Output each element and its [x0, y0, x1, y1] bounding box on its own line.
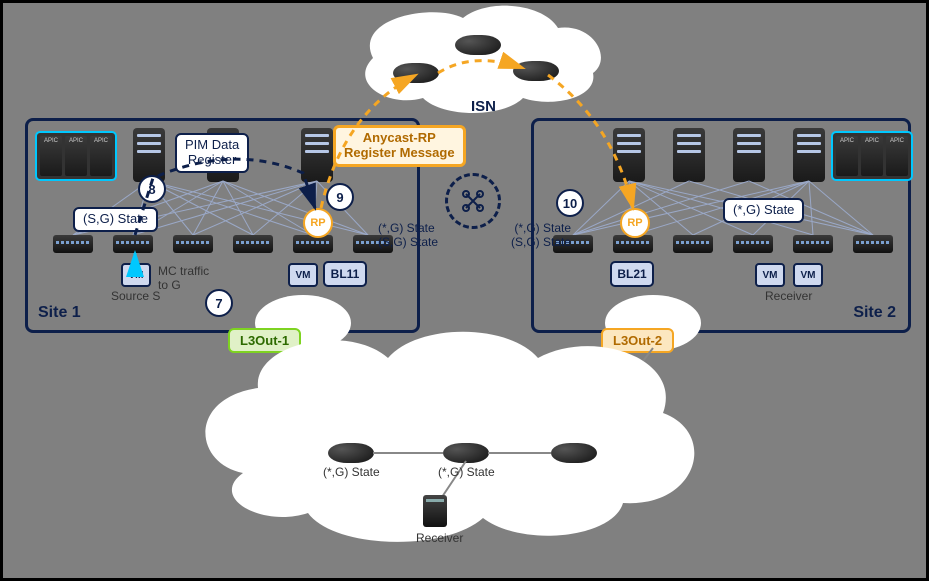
site1-leaf-1 — [53, 235, 93, 253]
site2-leaf-4 — [733, 235, 773, 253]
site2-vm-2: VM — [793, 263, 823, 287]
central-fabric-icon — [445, 173, 501, 229]
site2-bl: BL21 — [610, 261, 654, 287]
step-8: 8 — [138, 175, 166, 203]
ext-router-right — [551, 443, 597, 463]
site1-apic-cluster — [35, 131, 117, 181]
site1-spine-1 — [133, 128, 165, 182]
l3out-2-badge: L3Out-2 — [601, 328, 674, 353]
site1-vm-2: VM — [288, 263, 318, 287]
site2-vm-1: VM — [755, 263, 785, 287]
source-label: Source S — [111, 289, 160, 303]
site1-bl: BL11 — [323, 261, 367, 287]
site1-spine-3 — [301, 128, 333, 182]
ext-left-state: (*,G) State — [323, 465, 380, 479]
step-9: 9 — [326, 183, 354, 211]
site1-leaf-3 — [173, 235, 213, 253]
ext-receiver-host — [423, 495, 447, 527]
site2-leaf-6 — [853, 235, 893, 253]
ext-router-mid — [443, 443, 489, 463]
l3out-1-badge: L3Out-1 — [228, 328, 301, 353]
site2-apic-cluster — [831, 131, 913, 181]
ext-mid-state: (*,G) State — [438, 465, 495, 479]
isn-label: ISN — [471, 98, 496, 116]
site2-leaf-3 — [673, 235, 713, 253]
site2-star-sg: (*,G) State (S,G) State — [511, 221, 571, 250]
isn-router-top — [455, 35, 501, 55]
step-7: 7 — [205, 289, 233, 317]
site2-spine-4 — [793, 128, 825, 182]
mc-traffic: MC traffic to G — [158, 264, 209, 293]
site2-spine-1 — [613, 128, 645, 182]
site1-sg-state: (S,G) State — [73, 207, 158, 232]
site2-receiver: Receiver — [765, 289, 812, 303]
anycast-rp-label: Anycast-RP Register Message — [333, 125, 466, 167]
site1-leaf-4 — [233, 235, 273, 253]
pim-register-label: PIM Data Register — [175, 133, 249, 173]
site-2-label: Site 2 — [853, 304, 896, 322]
site2-star-g: (*,G) State — [723, 198, 804, 223]
ext-router-left — [328, 443, 374, 463]
ext-receiver-label: Receiver — [416, 531, 463, 545]
isn-router-left — [393, 63, 439, 83]
site2-rp: RP — [620, 208, 650, 238]
site2-leaf-5 — [793, 235, 833, 253]
site2-spine-3 — [733, 128, 765, 182]
site1-vm-source: VM — [121, 263, 151, 287]
site1-leaf-5 — [293, 235, 333, 253]
diagram-canvas: ISN Site 1 (S,G) State PIM — [0, 0, 929, 581]
site1-star-sg: (*,G) State (S,G) State — [378, 221, 438, 250]
site-1-label: Site 1 — [38, 304, 81, 322]
site1-rp: RP — [303, 208, 333, 238]
site2-spine-2 — [673, 128, 705, 182]
site1-leaf-2 — [113, 235, 153, 253]
step-10: 10 — [556, 189, 584, 217]
isn-router-right — [513, 61, 559, 81]
